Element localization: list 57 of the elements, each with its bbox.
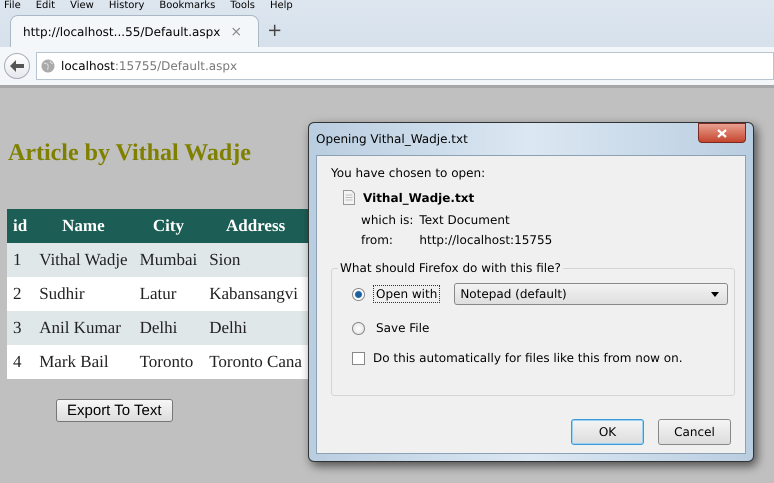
- table-cell: 4: [7, 345, 34, 379]
- group-label: What should Firefox do with this file?: [339, 261, 562, 275]
- table-cell: Mark Bail: [33, 345, 134, 379]
- column-header: Address: [203, 209, 308, 243]
- tab-title: http://localhost...55/Default.aspx: [23, 24, 220, 38]
- checkbox[interactable]: [352, 352, 365, 364]
- table-cell: Toronto Cana: [203, 345, 308, 379]
- radio-button[interactable]: [352, 322, 365, 334]
- column-header: Name: [33, 209, 134, 243]
- menu-item[interactable]: Bookmarks: [159, 0, 216, 11]
- table-cell: Sion: [203, 243, 308, 277]
- table-cell: Anil Kumar: [33, 311, 134, 345]
- export-button[interactable]: Export To Text: [56, 399, 172, 422]
- menu-item[interactable]: View: [70, 0, 94, 11]
- table-cell: 2: [7, 277, 34, 311]
- table-cell: 3: [7, 311, 34, 345]
- option-label[interactable]: Save File: [373, 319, 432, 337]
- dialog-button[interactable]: Cancel: [658, 419, 731, 445]
- page-heading: Article by Vithal Wadje: [8, 140, 251, 167]
- file-name: Vithal_Wadje.txt: [363, 190, 474, 204]
- menu-item[interactable]: File: [4, 0, 21, 11]
- table-cell: Sudhir: [33, 277, 134, 311]
- back-button[interactable]: [4, 53, 30, 79]
- intro-text: You have chosen to open:: [331, 166, 486, 180]
- dialog-button[interactable]: OK: [571, 419, 644, 445]
- table-cell: 1: [7, 243, 34, 277]
- dropdown-arrow-icon: [711, 292, 720, 296]
- table-cell: Mumbai: [134, 243, 204, 277]
- menu-item[interactable]: Tools: [230, 0, 255, 11]
- browser-tab[interactable]: http://localhost...55/Default.aspx ×: [10, 15, 260, 47]
- back-arrow-icon: [10, 60, 24, 72]
- close-icon: [717, 128, 727, 138]
- document-icon: [343, 190, 355, 205]
- radio-button[interactable]: [352, 288, 365, 300]
- table-cell: Kabansangvi: [203, 277, 308, 311]
- info-value: Text Document: [419, 213, 511, 227]
- checkbox-label[interactable]: Do this automatically for files like this from now on.: [373, 351, 683, 365]
- menu-item[interactable]: History: [108, 0, 144, 11]
- new-tab-button[interactable]: +: [267, 20, 282, 47]
- info-label: which is:: [361, 213, 414, 227]
- option-label[interactable]: Open with: [373, 285, 440, 303]
- close-button[interactable]: [698, 123, 746, 143]
- dialog-title: Opening Vithal_Wadje.txt: [316, 132, 468, 146]
- table-cell: Delhi: [203, 311, 308, 345]
- info-value: http://localhost:15755: [419, 233, 552, 247]
- column-header: id: [7, 209, 34, 243]
- table-cell: Delhi: [134, 311, 204, 345]
- column-header: City: [134, 209, 204, 243]
- address-field[interactable]: localhost:15755/Default.aspx: [36, 52, 774, 80]
- application-dropdown[interactable]: Notepad (default): [454, 283, 728, 305]
- table-cell: Toronto: [134, 345, 204, 379]
- globe-icon: [41, 59, 55, 73]
- table-cell: Latur: [134, 277, 204, 311]
- info-label: from:: [361, 233, 394, 247]
- menu-item[interactable]: Help: [270, 0, 293, 11]
- menu-item[interactable]: Edit: [36, 0, 56, 11]
- table-cell: Vithal Wadje: [33, 243, 134, 277]
